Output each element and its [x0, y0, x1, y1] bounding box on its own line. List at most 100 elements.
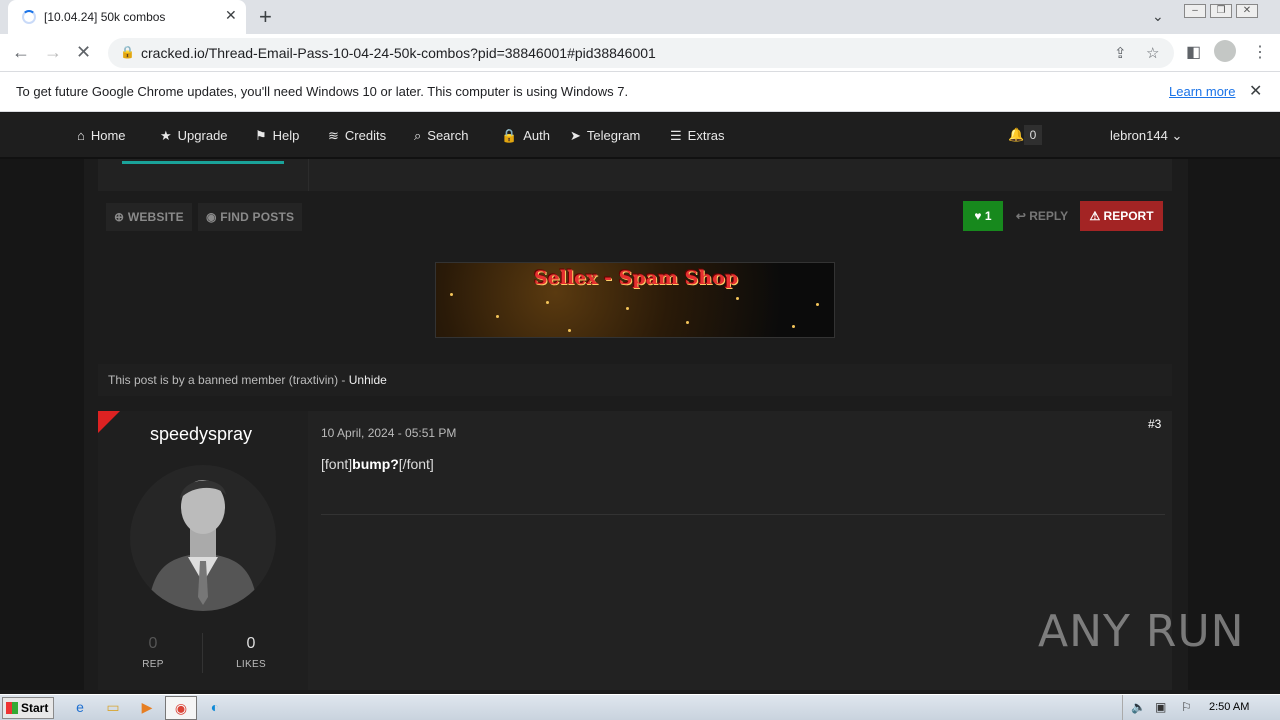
chrome-menu-icon[interactable]: ⋮ — [1252, 42, 1268, 62]
network-icon[interactable]: ▣ — [1155, 700, 1166, 714]
report-label: REPORT — [1103, 209, 1154, 223]
system-tray: 🔈 ▣ ⚐ 2:50 AM — [1122, 695, 1280, 720]
reply-label: REPLY — [1029, 209, 1069, 223]
nav-search[interactable]: ⌕ Search — [414, 128, 468, 144]
banner-sparkle — [450, 293, 453, 296]
reply-button[interactable]: ↩ REPLY — [1010, 201, 1074, 231]
nav-credits[interactable]: ≋ Credits — [328, 128, 386, 144]
avatar[interactable] — [130, 465, 276, 611]
url-text[interactable]: cracked.io/Thread-Email-Pass-10-04-24-50… — [141, 45, 656, 61]
clock[interactable]: 2:50 AM — [1209, 701, 1249, 713]
banned-notice-text: This post is by a banned member (traxtiv… — [108, 373, 349, 387]
share-icon[interactable]: ⇪ — [1114, 44, 1127, 62]
post-date: 10 April, 2024 - 05:51 PM — [321, 426, 457, 440]
find-posts-button[interactable]: ◉ FIND POSTS — [198, 203, 303, 231]
post-body: [font]bump?[/font] — [321, 456, 434, 472]
nav-extras[interactable]: ☰ Extras — [670, 128, 725, 144]
banner-text: Sellex - Spam Shop — [533, 267, 739, 289]
browser-tab[interactable]: [10.04.24] 50k combos ✕ — [8, 0, 246, 34]
edge-icon[interactable]: ◐ — [206, 698, 224, 716]
window-close-button[interactable]: ✕ — [1236, 4, 1258, 18]
banner-sparkle — [736, 297, 739, 300]
username: lebron144 — [1110, 128, 1168, 143]
signature-banner[interactable]: Sellex - Spam Shop — [435, 262, 835, 338]
post-action-bar: ⊕ WEBSITE ◉ FIND POSTS ♥ 1 ↩ REPLY ⚠ REP… — [98, 193, 1172, 241]
profile-avatar-icon[interactable] — [1214, 40, 1236, 62]
windows-taskbar: Start e ▭ ▶ ◉ ◐ 🔈 ▣ ⚐ 2:50 AM — [0, 694, 1280, 720]
find-posts-label: FIND POSTS — [220, 210, 295, 224]
likes-label: LIKES — [236, 659, 266, 670]
unhide-link[interactable]: Unhide — [349, 373, 387, 387]
tab-search-chevron-icon[interactable]: ⌄ — [1152, 8, 1164, 25]
file-explorer-icon[interactable]: ▭ — [104, 698, 122, 716]
learn-more-link[interactable]: Learn more — [1169, 84, 1235, 99]
infobar-close-icon[interactable]: ✕ — [1249, 81, 1262, 101]
nav-upgrade[interactable]: ★ Upgrade — [160, 128, 228, 144]
banner-sparkle — [546, 301, 549, 304]
chevron-down-icon: ⌄ — [1171, 128, 1183, 143]
back-button[interactable]: ← — [12, 42, 30, 63]
lock-icon: 🔒 — [501, 128, 518, 143]
nav-auth[interactable]: 🔒 Auth — [501, 128, 550, 144]
search-icon: ⌕ — [414, 128, 422, 143]
bell-icon[interactable]: 🔔 — [1008, 127, 1024, 143]
globe-icon: ⊕ — [114, 210, 125, 224]
anyrun-watermark: ANY RUN — [1038, 606, 1245, 657]
default-avatar-icon — [148, 480, 258, 611]
internet-explorer-icon[interactable]: e — [71, 698, 89, 716]
like-button[interactable]: ♥ 1 — [963, 201, 1003, 231]
banner-sparkle — [792, 325, 795, 328]
lock-icon[interactable]: 🔒 — [120, 45, 135, 59]
heart-icon: ♥ — [974, 209, 982, 223]
nav-auth-label: Auth — [523, 128, 550, 143]
nav-telegram[interactable]: ➤ Telegram — [570, 128, 640, 144]
bookmark-star-icon[interactable]: ☆ — [1146, 44, 1159, 62]
nav-home[interactable]: ⌂ Home — [77, 128, 126, 143]
start-button[interactable]: Start — [2, 697, 54, 719]
tab-title: [10.04.24] 50k combos — [44, 10, 166, 24]
notification-count[interactable]: 0 — [1024, 125, 1042, 145]
post-number-link[interactable]: #3 — [1148, 417, 1161, 431]
post-body-suffix: [/font] — [398, 456, 434, 472]
loading-spinner-icon — [22, 10, 36, 24]
chrome-taskbar-button[interactable]: ◉ — [165, 696, 197, 720]
forward-button[interactable]: → — [44, 42, 62, 63]
stop-loading-button[interactable]: ✕ — [76, 42, 91, 63]
nav-help[interactable]: ⚑ Help — [255, 128, 299, 144]
likes-value: 0 — [246, 635, 256, 652]
user-menu[interactable]: lebron144 ⌄ — [1110, 128, 1182, 144]
banner-sparkle — [496, 315, 499, 318]
post-author-sidebar: speedyspray 0 REP 0 LIKES — [98, 411, 308, 690]
report-button[interactable]: ⚠ REPORT — [1080, 201, 1163, 231]
website-label: WEBSITE — [127, 210, 184, 224]
banned-corner-marker — [98, 411, 120, 433]
maximize-button[interactable]: ❐ — [1210, 4, 1232, 18]
website-button[interactable]: ⊕ WEBSITE — [106, 203, 192, 231]
browser-toolbar: ← → ✕ 🔒 cracked.io/Thread-Email-Pass-10-… — [0, 34, 1280, 72]
divider — [308, 159, 309, 191]
address-bar[interactable]: 🔒 cracked.io/Thread-Email-Pass-10-04-24-… — [108, 38, 1174, 68]
action-center-flag-icon[interactable]: ⚐ — [1181, 700, 1192, 714]
tab-close-icon[interactable]: ✕ — [225, 7, 237, 24]
home-icon: ⌂ — [77, 128, 85, 143]
tab-strip: [10.04.24] 50k combos ✕ + ⌄ – ❐ ✕ — [0, 0, 1280, 34]
banner-sparkle — [626, 307, 629, 310]
minimize-button[interactable]: – — [1184, 4, 1206, 18]
banner-sparkle — [686, 321, 689, 324]
window-controls: – ❐ ✕ — [1180, 2, 1258, 18]
reply-icon: ↩ — [1015, 209, 1026, 223]
post-username[interactable]: speedyspray — [98, 424, 304, 445]
nav-search-label: Search — [427, 128, 469, 143]
nav-help-label: Help — [272, 128, 300, 143]
chrome-icon: ◉ — [174, 700, 188, 716]
media-player-icon[interactable]: ▶ — [138, 698, 156, 716]
banned-member-notice: This post is by a banned member (traxtiv… — [98, 364, 1172, 396]
like-count: 1 — [984, 209, 992, 223]
start-label: Start — [21, 701, 49, 715]
side-panel-icon[interactable]: ◧ — [1186, 42, 1201, 62]
volume-icon[interactable]: 🔈 — [1131, 700, 1146, 714]
banner-sparkle — [816, 303, 819, 306]
new-tab-button[interactable]: + — [259, 4, 272, 30]
stat-divider — [202, 633, 203, 673]
nav-credits-label: Credits — [344, 128, 387, 143]
